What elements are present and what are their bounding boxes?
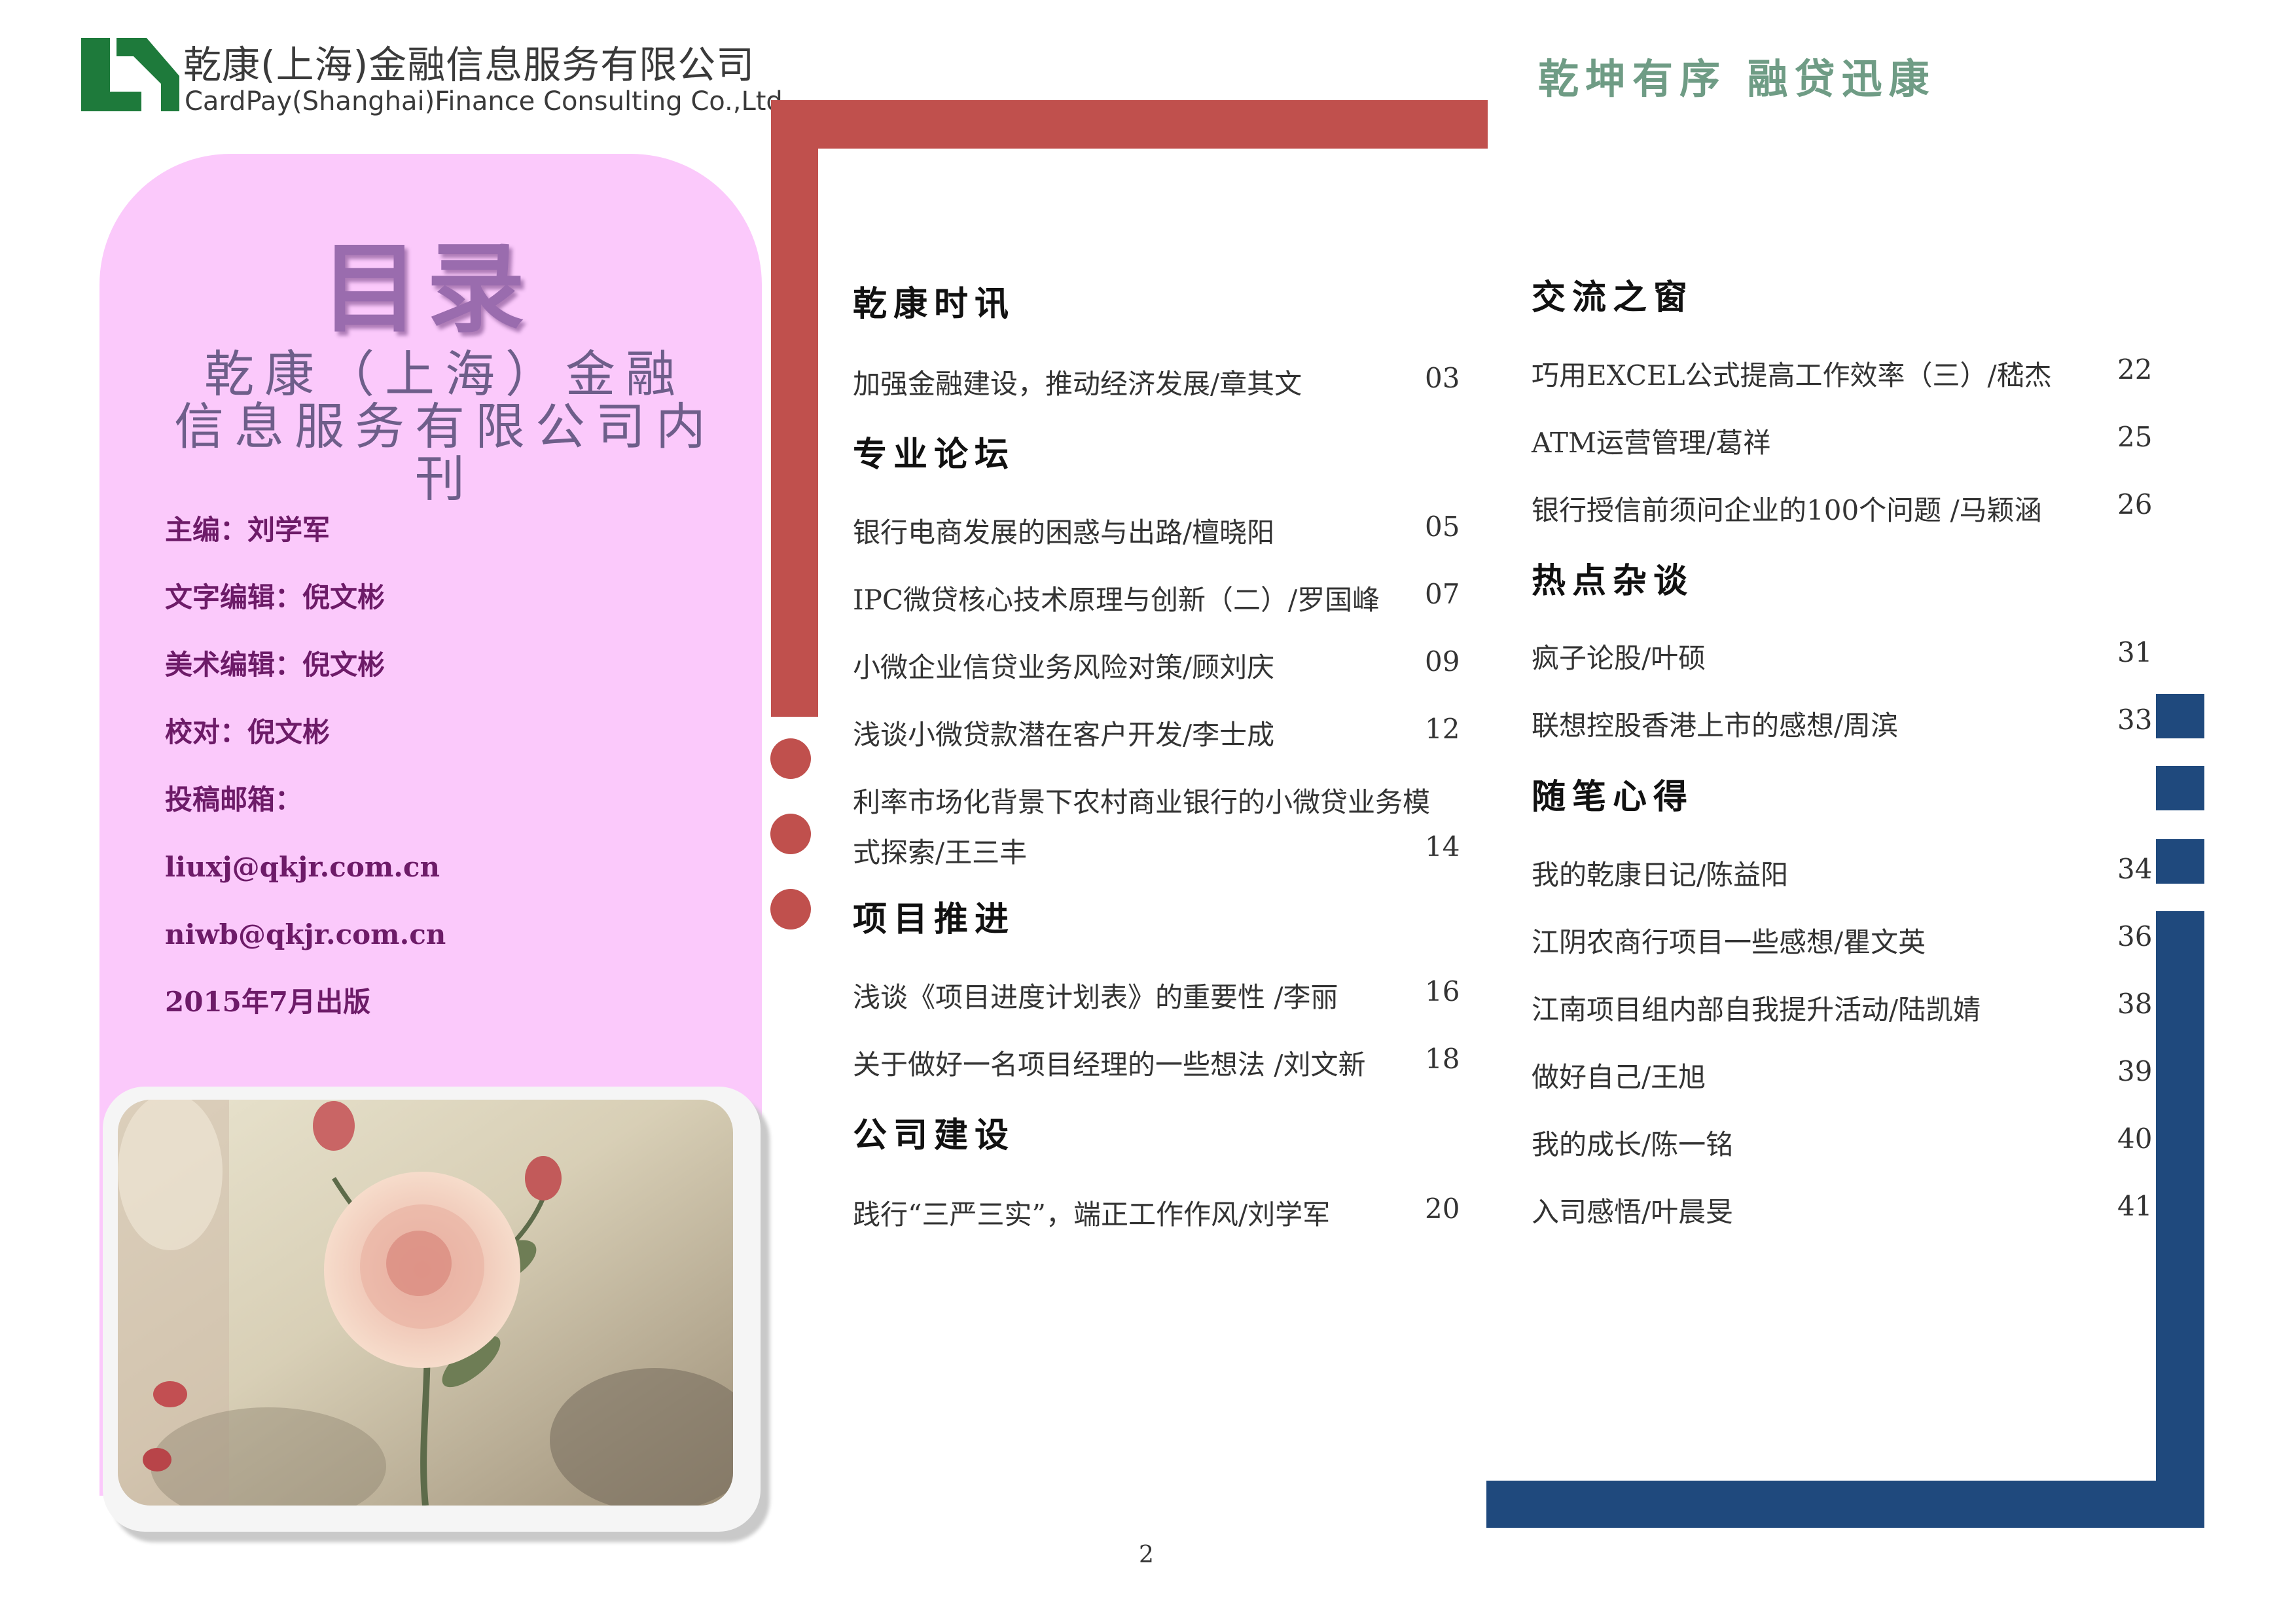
rose-photo [118, 1100, 733, 1506]
toc-entry-title: 江阴农商行项目一些感想/瞿文英 [1532, 926, 1926, 958]
toc-entry-page: 36 [2117, 920, 2153, 952]
toc-entry-title: 小微企业信贷业务风险对策/顾刘庆 [853, 651, 1275, 683]
toc-entry-title: ATM运营管理/葛祥 [1532, 427, 1771, 459]
company-name-cn: 乾康(上海)金融信息服务有限公司 [183, 43, 755, 87]
toc-entry-page: 31 [2117, 636, 2153, 668]
toc-section-heading: 项目推进 [853, 899, 1016, 939]
toc-entry-page: 26 [2117, 488, 2153, 520]
toc-entry-page: 33 [2117, 704, 2153, 736]
red-frame-left [771, 100, 818, 717]
blue-frame-bottom [1486, 1481, 2204, 1528]
toc-section-heading: 热点杂谈 [1532, 561, 1695, 601]
toc-title: 目录 [321, 231, 533, 346]
red-dot-1 [770, 738, 811, 779]
toc-entry-title: 浅谈小微贷款潜在客户开发/李士成 [853, 719, 1275, 751]
toc-entry-title: 践行“三严三实”，端正工作作风/刘学军 [853, 1199, 1331, 1231]
credit-submission-label: 投稿邮箱： [165, 784, 303, 816]
toc-entry-page: 07 [1425, 578, 1460, 610]
toc-section-heading: 公司建设 [853, 1115, 1016, 1155]
company-logo [81, 38, 179, 111]
toc-section-heading: 乾康时讯 [853, 284, 1016, 324]
toc-entry-title: 入司感悟/叶晨旻 [1532, 1196, 1734, 1228]
toc-entry-title: 做好自己/王旭 [1532, 1061, 1706, 1093]
toc-entry-page: 18 [1425, 1043, 1460, 1075]
toc-entry-page: 14 [1425, 831, 1460, 863]
toc-entry-title: 银行电商发展的困惑与出路/檀晓阳 [853, 516, 1275, 549]
blue-frame-right [2156, 911, 2204, 1528]
red-dot-2 [770, 814, 811, 854]
magazine-title: 乾康（上海）金融 信息服务有限公司内刊 [164, 348, 726, 505]
credit-chief-editor: 主编：刘学军 [165, 514, 331, 546]
toc-entry-title: 我的成长/陈一铭 [1532, 1128, 1734, 1161]
toc-entry-page: 05 [1425, 511, 1460, 543]
toc-section-heading: 交流之窗 [1532, 278, 1695, 317]
toc-section-heading: 专业论坛 [853, 435, 1016, 475]
toc-entry-page: 40 [2117, 1123, 2153, 1155]
blue-square-2 [2156, 766, 2204, 810]
toc-entry-title: 我的乾康日记/陈益阳 [1532, 859, 1789, 891]
slogan: 乾坤有序 融贷迅康 [1538, 55, 1936, 103]
toc-entry-title: 江南项目组内部自我提升活动/陆凯婧 [1532, 994, 1981, 1026]
toc-entry-page: 39 [2117, 1055, 2153, 1087]
blue-square-3 [2156, 839, 2204, 884]
toc-entry-title: IPC微贷核心技术原理与创新（二）/罗国峰 [853, 584, 1380, 616]
credit-email-1[interactable]: liuxj@qkjr.com.cn [165, 848, 446, 915]
credit-proofreader: 校对：倪文彬 [165, 716, 331, 748]
credit-publish-date: 2015年7月出版 [165, 986, 371, 1018]
credits: 主编：刘学军 文字编辑：倪文彬 美术编辑：倪文彬 校对：倪文彬 投稿邮箱： li… [165, 511, 446, 1050]
toc-entry-page: 25 [2117, 421, 2153, 453]
toc-entry-title: 银行授信前须问企业的100个问题 /马颖涵 [1532, 494, 2042, 526]
toc-entry-page: 12 [1425, 713, 1460, 745]
toc-entry-page: 16 [1425, 975, 1460, 1007]
toc-entry-title: 关于做好一名项目经理的一些想法 /刘文新 [853, 1049, 1366, 1081]
magazine-title-line1: 乾康（上海）金融 [204, 345, 686, 403]
red-frame-top [771, 100, 1488, 149]
toc-section-heading: 随笔心得 [1532, 777, 1695, 817]
red-dot-3 [770, 889, 811, 929]
page-number: 2 [1139, 1542, 1154, 1568]
toc-entry-page: 22 [2117, 353, 2153, 386]
toc-entry-title: 利率市场化背景下农村商业银行的小微贷业务模 [853, 786, 1431, 818]
credit-text-editor: 文字编辑：倪文彬 [165, 581, 386, 613]
toc-entry-page: 03 [1425, 362, 1460, 394]
toc-entry-title: 加强金融建设，推动经济发展/章其文 [853, 368, 1302, 400]
credit-art-editor: 美术编辑：倪文彬 [165, 649, 386, 681]
magazine-title-line2: 信息服务有限公司内刊 [174, 397, 716, 508]
toc-entry-title: 巧用EXCEL公式提高工作效率（三）/嵇杰 [1532, 359, 2052, 391]
blue-square-1 [2156, 694, 2204, 738]
toc-entry-title: 联想控股香港上市的感想/周滨 [1532, 710, 1899, 742]
toc-entry-page: 38 [2117, 988, 2153, 1020]
company-name-en: CardPay(Shanghai)Finance Consulting Co.,… [185, 86, 791, 117]
toc-entry-title: 疯子论股/叶硕 [1532, 642, 1706, 674]
credit-email-2[interactable]: niwb@qkjr.com.cn [165, 915, 446, 983]
toc-entry-page: 41 [2117, 1190, 2153, 1222]
toc-entry-page: 34 [2117, 853, 2153, 885]
toc-entry-title-continued: 式探索/王三丰 [853, 837, 1028, 869]
toc-entry-page: 09 [1425, 645, 1460, 677]
toc-entry-page: 20 [1425, 1193, 1460, 1225]
toc-entry-title: 浅谈《项目进度计划表》的重要性 /李丽 [853, 981, 1338, 1013]
